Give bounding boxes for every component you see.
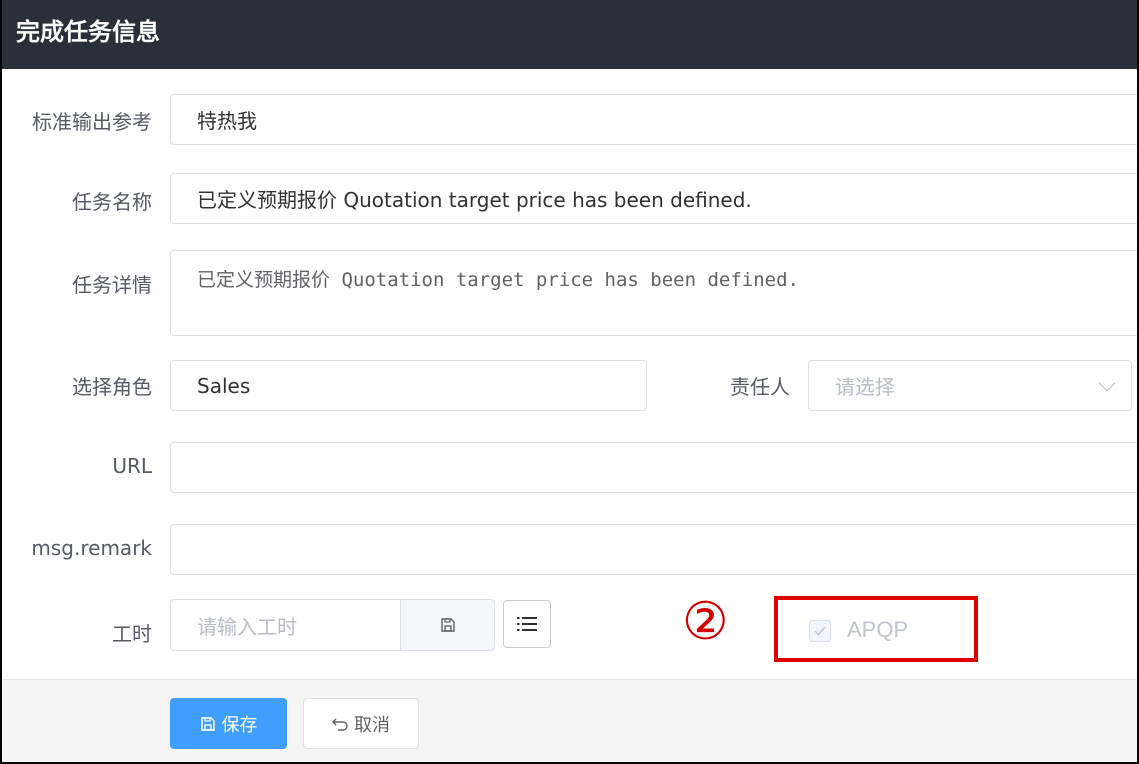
task-detail-textarea[interactable]: 已定义预期报价 Quotation target price has been … [170, 250, 1137, 336]
annotation-marker: ② [682, 592, 729, 652]
task-name-label: 任务名称 [72, 190, 152, 214]
owner-select[interactable]: 请选择 [808, 360, 1132, 411]
hours-save-append[interactable] [400, 599, 495, 651]
save-icon [200, 716, 215, 731]
owner-placeholder: 请选择 [835, 375, 895, 399]
role-value: Sales [197, 373, 251, 398]
list-icon [517, 617, 537, 631]
url-input[interactable] [170, 442, 1137, 493]
save-icon [440, 618, 455, 632]
list-button[interactable] [503, 600, 551, 648]
owner-label: 责任人 [730, 375, 790, 399]
standard-output-label: 标准输出参考 [32, 110, 152, 134]
save-button[interactable]: 保存 [170, 698, 287, 749]
task-name-value: 已定义预期报价 Quotation target price has been … [197, 188, 752, 212]
role-input[interactable]: Sales [170, 360, 647, 411]
save-button-label: 保存 [221, 714, 258, 736]
undo-icon [332, 718, 348, 731]
apqp-checkbox[interactable] [809, 620, 831, 642]
dialog-title: 完成任务信息 [16, 18, 160, 46]
remark-input[interactable] [170, 524, 1137, 575]
cancel-button-label: 取消 [354, 714, 390, 736]
role-label: 选择角色 [72, 375, 152, 399]
dialog: 完成任务信息 标准输出参考 特热我 任务名称 已定义预期报价 Quotation… [0, 0, 1139, 764]
hours-placeholder: 请输入工时 [197, 614, 297, 639]
task-name-input[interactable]: 已定义预期报价 Quotation target price has been … [170, 173, 1137, 224]
apqp-label: APQP [847, 617, 909, 642]
hours-label: 工时 [112, 622, 152, 646]
cancel-button[interactable]: 取消 [303, 698, 419, 749]
remark-label: msg.remark [31, 536, 152, 560]
standard-output-input[interactable]: 特热我 [170, 94, 1137, 145]
task-detail-value: 已定义预期报价 Quotation target price has been … [197, 269, 799, 291]
chevron-down-icon [1098, 374, 1116, 392]
task-detail-label: 任务详情 [72, 273, 152, 297]
standard-output-value: 特热我 [197, 109, 257, 133]
dialog-header: 完成任务信息 [2, 0, 1137, 69]
check-icon [814, 626, 826, 636]
url-label: URL [112, 454, 152, 478]
hours-input[interactable]: 请输入工时 [170, 599, 401, 651]
